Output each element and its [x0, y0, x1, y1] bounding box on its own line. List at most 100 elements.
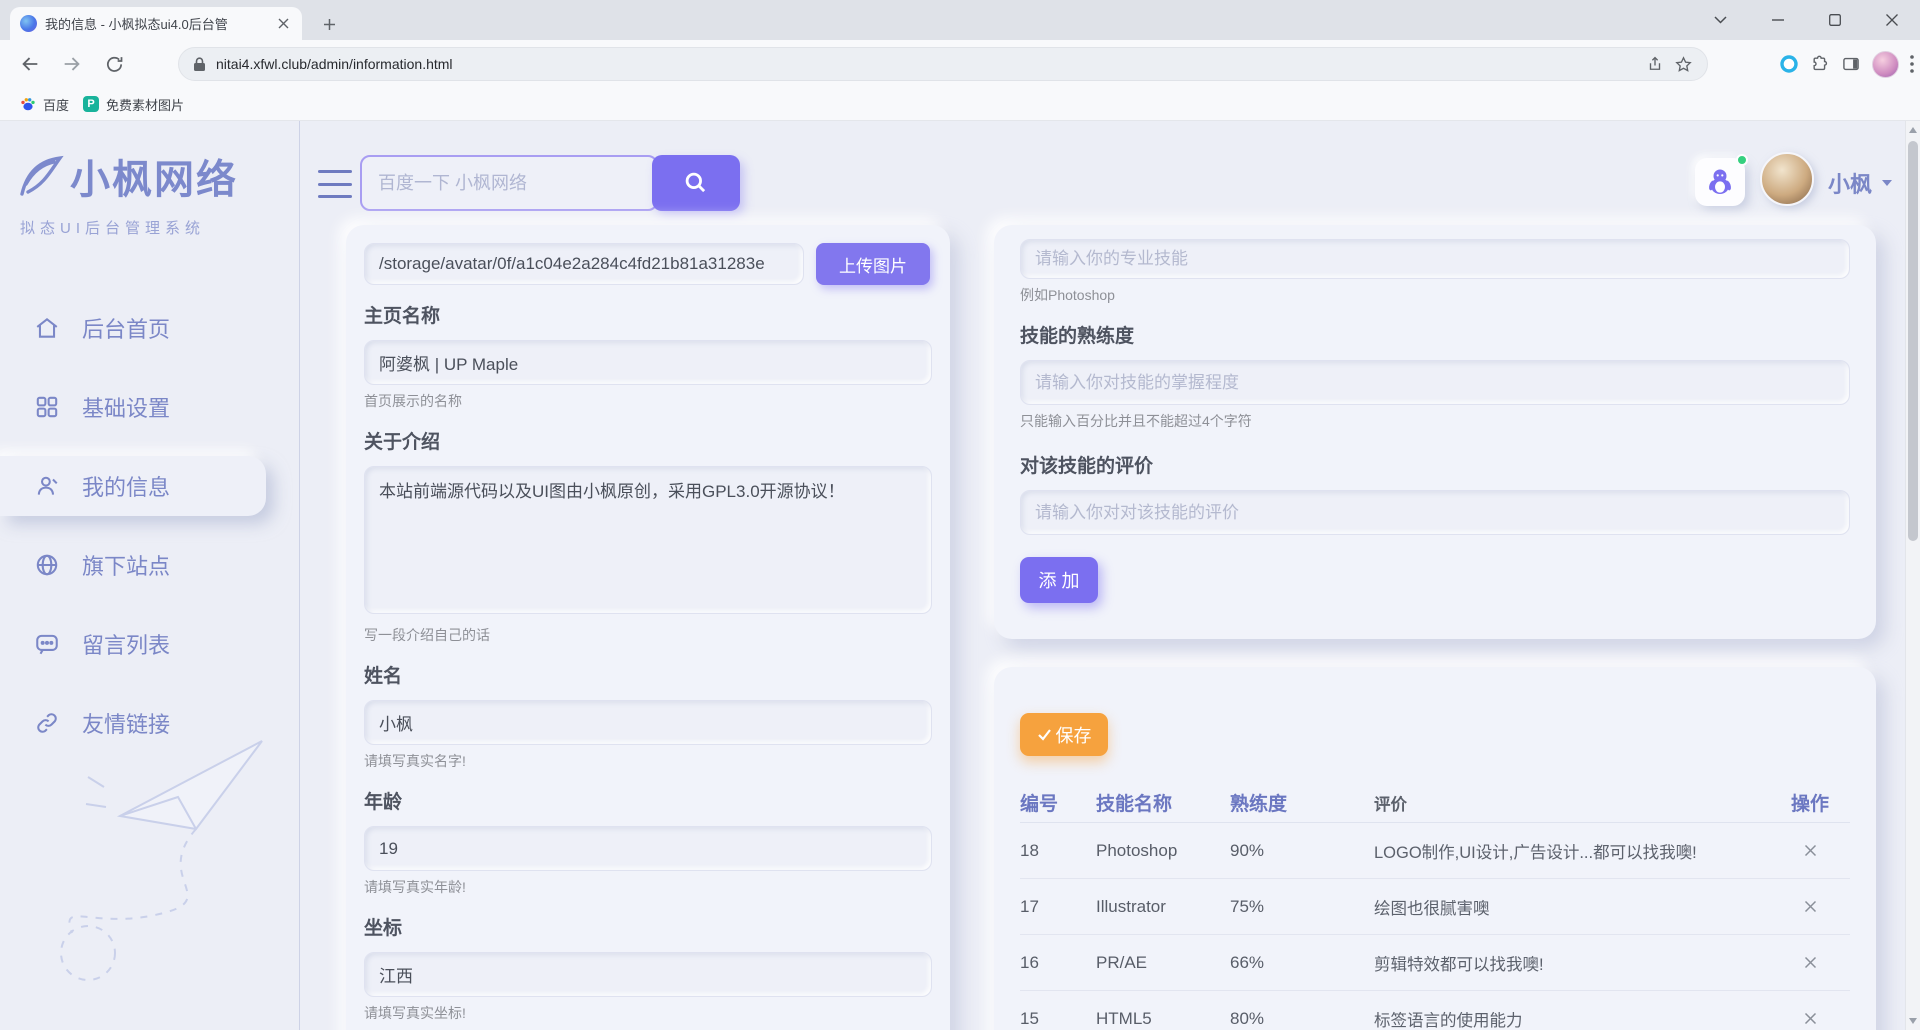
upload-image-button[interactable]: 上传图片: [816, 243, 930, 285]
brand-title: 小枫网络: [70, 147, 238, 205]
close-window-button[interactable]: [1863, 0, 1920, 40]
search-icon: [683, 170, 709, 196]
delete-skill-icon[interactable]: [1797, 1006, 1823, 1030]
location-input[interactable]: [364, 952, 932, 997]
scroll-up-icon[interactable]: [1909, 127, 1917, 133]
toolbar-extensions-area: [1779, 46, 1914, 82]
paper-airplane-decoration: [0, 601, 300, 1021]
browser-toolbar: nitai4.xfwl.club/admin/information.html: [0, 40, 1920, 88]
tab-title: 我的信息 - 小枫拟态ui4.0后台管: [45, 14, 266, 33]
home-name-input[interactable]: [364, 340, 932, 385]
about-label: 关于介绍: [364, 427, 932, 454]
sidebar-item-settings[interactable]: 基础设置: [0, 377, 300, 437]
evaluation-input[interactable]: [1020, 490, 1850, 535]
bookmark-baidu[interactable]: 百度: [20, 95, 69, 114]
maximize-button[interactable]: [1806, 0, 1863, 40]
proficiency-label: 技能的熟练度: [1020, 321, 1850, 348]
window-controls: [1692, 0, 1920, 40]
tab-close-icon[interactable]: [274, 15, 292, 33]
browser-titlebar: 我的信息 - 小枫拟态ui4.0后台管: [0, 0, 1920, 40]
sidebar: 小枫网络 拟态UI后台管理系统 后台首页 基础设置 我的信息 旗下站点: [0, 121, 300, 1030]
globe-icon: [34, 552, 60, 578]
site-favicon-icon: [20, 15, 37, 32]
proficiency-input[interactable]: [1020, 360, 1850, 405]
home-icon: [34, 315, 60, 341]
skill-name-input[interactable]: [1020, 239, 1850, 279]
site-search: [360, 155, 740, 211]
home-name-label: 主页名称: [364, 301, 932, 328]
caret-down-icon: [1881, 179, 1893, 187]
browser-tab[interactable]: 我的信息 - 小枫拟态ui4.0后台管: [10, 7, 302, 40]
name-input[interactable]: [364, 700, 932, 745]
bookmark-free-images[interactable]: P 免费素材图片: [83, 95, 184, 114]
search-button[interactable]: [652, 155, 740, 211]
about-textarea[interactable]: 本站前端源代码以及UI图由小枫原创，采用GPL3.0开源协议！: [364, 466, 932, 614]
table-header-row: 编号 技能名称 熟练度 评价 操作: [1020, 783, 1850, 823]
qq-penguin-icon: [1704, 166, 1736, 198]
about-hint: 写一段介绍自己的话: [364, 625, 932, 645]
age-input[interactable]: [364, 826, 932, 871]
page-scrollbar[interactable]: [1905, 121, 1920, 1030]
grid-icon: [34, 394, 60, 420]
kebab-menu-icon[interactable]: [1910, 55, 1914, 73]
age-label: 年龄: [364, 787, 932, 814]
table-row: 15 HTML5 80% 标签语言的使用能力: [1020, 991, 1850, 1030]
avatar-path-input[interactable]: [364, 243, 804, 285]
window-menu-chevron-icon[interactable]: [1692, 0, 1749, 40]
skills-table-card: 保存 编号 技能名称 熟练度 评价 操作 18 Photoshop 90% LO…: [994, 667, 1876, 1030]
evaluation-label: 对该技能的评价: [1020, 451, 1850, 478]
skills-table: 编号 技能名称 熟练度 评价 操作 18 Photoshop 90% LOGO制…: [1020, 783, 1850, 1030]
user-menu[interactable]: 小枫: [1828, 167, 1893, 199]
lock-icon: [193, 57, 206, 72]
add-skill-button[interactable]: 添 加: [1020, 557, 1098, 603]
extensions-puzzle-icon[interactable]: [1810, 54, 1830, 74]
table-row: 17 Illustrator 75% 绘图也很腻害噢: [1020, 879, 1850, 935]
proficiency-hint: 只能输入百分比并且不能超过4个字符: [1020, 411, 1850, 431]
logo-feather-icon: [14, 150, 66, 202]
user-avatar[interactable]: [1760, 152, 1814, 206]
browser-profile-avatar[interactable]: [1872, 51, 1899, 78]
save-button[interactable]: 保存: [1020, 713, 1108, 756]
brand-subtitle: 拟态UI后台管理系统: [20, 217, 294, 238]
forward-icon[interactable]: [54, 46, 90, 82]
online-status-dot: [1736, 154, 1748, 166]
sidebar-item-sites[interactable]: 旗下站点: [0, 535, 300, 595]
qq-contact-button[interactable]: [1695, 158, 1745, 206]
address-bar[interactable]: nitai4.xfwl.club/admin/information.html: [178, 47, 1708, 81]
scrollbar-thumb[interactable]: [1908, 141, 1918, 541]
skill-name-hint: 例如Photoshop: [1020, 285, 1850, 305]
location-label: 坐标: [364, 913, 932, 940]
minimize-button[interactable]: [1749, 0, 1806, 40]
paw-icon: [20, 96, 36, 112]
profile-card: 上传图片 主页名称 首页展示的名称 关于介绍 本站前端源代码以及UI图由小枫原创…: [346, 225, 950, 1030]
side-panel-icon[interactable]: [1841, 54, 1861, 74]
add-skill-card: 例如Photoshop 技能的熟练度 只能输入百分比并且不能超过4个字符 对该技…: [994, 225, 1876, 639]
home-name-hint: 首页展示的名称: [364, 391, 932, 411]
delete-skill-icon[interactable]: [1797, 894, 1823, 920]
delete-skill-icon[interactable]: [1797, 950, 1823, 976]
hamburger-menu-icon[interactable]: [318, 170, 352, 198]
refresh-icon[interactable]: [96, 46, 132, 82]
scroll-down-icon[interactable]: [1909, 1018, 1917, 1024]
user-icon: [34, 473, 60, 499]
name-hint: 请填写真实名字!: [364, 751, 932, 771]
p-icon: P: [83, 96, 99, 112]
check-icon: [1037, 727, 1052, 742]
extension-circle-icon[interactable]: [1779, 54, 1799, 74]
table-row: 18 Photoshop 90% LOGO制作,UI设计,广告设计...都可以找…: [1020, 823, 1850, 879]
share-icon[interactable]: [1646, 55, 1664, 73]
bookmark-star-icon[interactable]: [1674, 55, 1693, 74]
search-input[interactable]: [360, 155, 658, 211]
sidebar-item-dashboard[interactable]: 后台首页: [0, 298, 300, 358]
brand-logo: 小枫网络 拟态UI后台管理系统: [14, 147, 294, 238]
back-icon[interactable]: [12, 46, 48, 82]
location-hint: 请填写真实坐标!: [364, 1003, 932, 1023]
table-row: 16 PR/AE 66% 剪辑特效都可以找我噢!: [1020, 935, 1850, 991]
name-label: 姓名: [364, 661, 932, 688]
age-hint: 请填写真实年龄!: [364, 877, 932, 897]
sidebar-item-my-info[interactable]: 我的信息: [0, 456, 266, 516]
url-text: nitai4.xfwl.club/admin/information.html: [216, 56, 1636, 72]
delete-skill-icon[interactable]: [1797, 838, 1823, 864]
bookmarks-bar: 百度 P 免费素材图片: [0, 88, 1920, 121]
new-tab-button[interactable]: [316, 11, 342, 37]
